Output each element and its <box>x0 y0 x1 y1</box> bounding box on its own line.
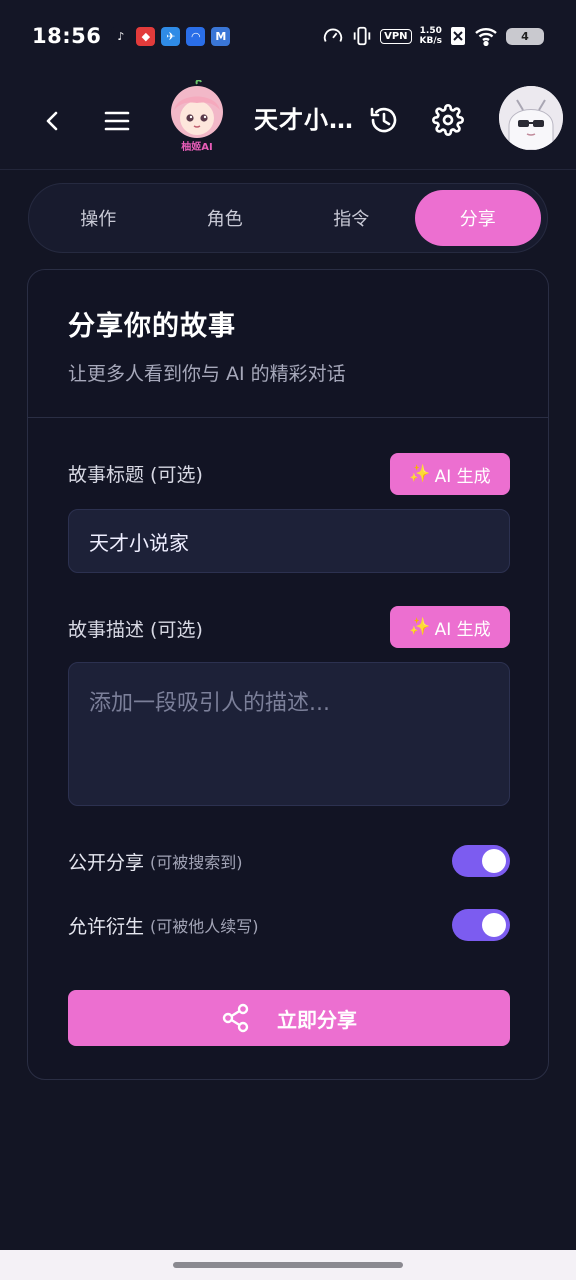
history-button[interactable] <box>364 100 404 140</box>
allow-derive-label: 允许衍生 <box>68 915 145 938</box>
allow-derive-toggle[interactable] <box>452 909 510 941</box>
share-now-button[interactable]: 立即分享 <box>68 990 510 1046</box>
public-share-label: 公开分享 <box>68 851 145 874</box>
status-bar: 18:56 ♪ ◆ ✈ ◠ M VPN 1.50 KB/s 4 <box>0 0 576 72</box>
toggle-knob <box>482 913 506 937</box>
tab-bar: 操作 角色 指令 分享 <box>28 183 548 253</box>
bot-avatar[interactable] <box>166 80 228 142</box>
status-indicators: VPN 1.50 KB/s 4 <box>322 25 544 47</box>
share-now-label: 立即分享 <box>277 1007 357 1032</box>
vpn-badge: VPN <box>380 28 412 44</box>
battery-indicator: 4 <box>506 27 544 45</box>
home-gesture-pill[interactable] <box>173 1262 403 1268</box>
chevron-left-icon <box>46 111 58 131</box>
back-button[interactable] <box>34 102 72 140</box>
system-navigation-bar <box>0 1250 576 1280</box>
tab-character[interactable]: 角色 <box>162 190 289 246</box>
public-share-toggle[interactable] <box>452 845 510 877</box>
card-header: 分享你的故事 让更多人看到你与 AI 的精彩对话 <box>28 270 548 418</box>
ai-generate-label: AI 生成 <box>434 466 491 487</box>
ai-generate-label: AI 生成 <box>434 619 491 640</box>
network-speed-value: 1.50 <box>419 26 442 36</box>
story-description-textarea[interactable]: 添加一段吸引人的描述... <box>68 662 510 806</box>
gear-icon <box>432 104 464 136</box>
story-title-label: 故事标题 (可选) <box>68 464 203 486</box>
app-header: 柚姬AI 天才小… <box>0 72 576 170</box>
tiktok-icon: ♪ <box>111 26 131 46</box>
no-sim-icon <box>451 27 465 45</box>
red-app-icon: ◆ <box>136 26 156 46</box>
network-speed-unit: KB/s <box>419 36 442 46</box>
user-avatar[interactable] <box>499 86 563 150</box>
toggle-knob <box>482 849 506 873</box>
chat-title[interactable]: 天才小… <box>254 100 354 135</box>
blue-app-icon: ✈ <box>161 26 181 46</box>
history-icon <box>370 107 397 133</box>
story-title-input[interactable]: 天才小说家 <box>68 509 510 573</box>
public-share-hint: (可被搜索到) <box>150 853 243 872</box>
public-share-row: 公开分享 (可被搜索到) <box>68 844 510 878</box>
ai-generate-description-button[interactable]: ✨ AI 生成 <box>390 606 510 648</box>
wifi-icon <box>475 28 497 46</box>
tab-operations[interactable]: 操作 <box>35 190 162 246</box>
settings-button[interactable] <box>428 100 468 140</box>
mail-app-icon: M <box>211 26 231 46</box>
sparkles-icon: ✨ <box>409 617 431 637</box>
ai-generate-title-button[interactable]: ✨ AI 生成 <box>390 453 510 495</box>
sparkles-icon: ✨ <box>409 464 431 484</box>
speedometer-icon <box>323 28 343 42</box>
share-story-card: 分享你的故事 让更多人看到你与 AI 的精彩对话 故事标题 (可选) ✨ AI … <box>27 269 549 1080</box>
status-time: 18:56 <box>32 24 102 48</box>
card-subtitle: 让更多人看到你与 AI 的精彩对话 <box>68 363 346 385</box>
card-title: 分享你的故事 <box>68 311 236 342</box>
bot-name-label: 柚姬AI <box>181 142 213 153</box>
allow-derive-row: 允许衍生 (可被他人续写) <box>68 908 510 942</box>
menu-button[interactable] <box>98 102 136 140</box>
allow-derive-hint: (可被他人续写) <box>150 917 259 936</box>
hamburger-menu-icon <box>104 111 130 131</box>
story-description-label: 故事描述 (可选) <box>68 619 203 641</box>
network-speed: 1.50 KB/s <box>420 26 442 46</box>
vibrate-icon <box>353 26 371 46</box>
tab-share[interactable]: 分享 <box>414 190 541 246</box>
nova-app-icon: ◠ <box>186 26 206 46</box>
status-app-icons: ♪ ◆ ✈ ◠ M <box>111 26 231 46</box>
user-avatar-image <box>499 86 563 150</box>
share-icon <box>222 1003 249 1033</box>
tab-instructions[interactable]: 指令 <box>288 190 415 246</box>
